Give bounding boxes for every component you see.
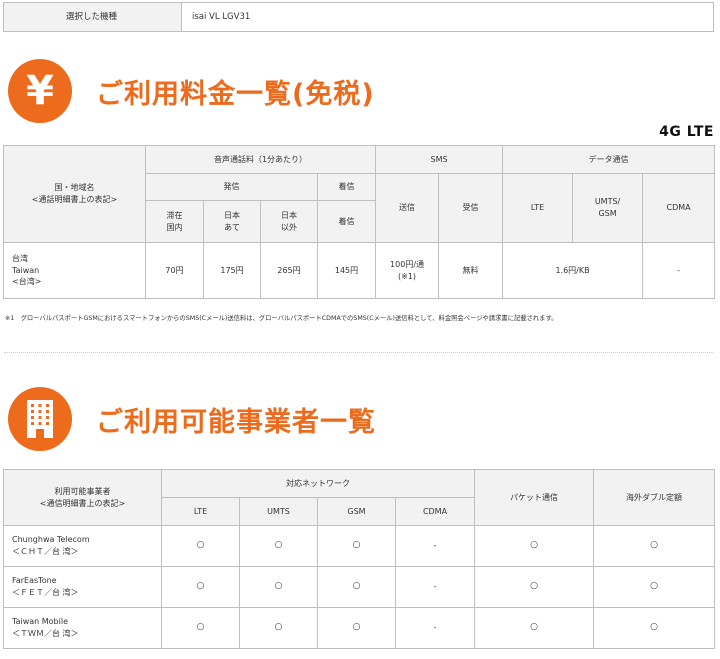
carriers-section-title: ご利用可能事業者一覧: [96, 406, 376, 438]
carrier-table: 利用可能事業者 <通信明細書上の表記> 対応ネットワーク パケット通信 海外ダブ…: [3, 469, 715, 649]
gsm-cell: ○: [317, 566, 396, 608]
col-data-header: データ通信: [502, 145, 716, 174]
lte-cell: ○: [161, 607, 240, 649]
carrier-name-cell: Taiwan Mobile ＜ＴＷＭ／台 湾＞: [3, 607, 162, 649]
building-icon: [8, 387, 72, 451]
col-country-header: 国・地域名 <通話明細書上の表記>: [3, 145, 146, 243]
stay-rate-cell: 70円: [145, 242, 204, 299]
cdma-cell: -: [395, 607, 475, 649]
col-japan-header: 日本 あて: [203, 200, 261, 243]
japan-rate-cell: 175円: [203, 242, 261, 299]
col-incoming-sub-header: 着信: [316, 200, 377, 243]
packet-cell: ○: [474, 525, 594, 567]
col-incoming-header: 着信: [316, 173, 377, 201]
cdma-cell: -: [395, 566, 475, 608]
table-row: 台湾 Taiwan <台湾> 70円 175円 265円 145円 100円/通…: [3, 242, 716, 299]
flat-cell: ○: [593, 607, 715, 649]
packet-cell: ○: [474, 607, 594, 649]
gsm-cell: ○: [317, 525, 396, 567]
incoming-rate-cell: 145円: [316, 242, 377, 299]
flat-cell: ○: [593, 566, 715, 608]
fees-section-title: ご利用料金一覧(免税): [96, 78, 375, 110]
col-packet-header: パケット通信: [474, 469, 594, 526]
packet-cell: ○: [474, 566, 594, 608]
col-carrier-header: 利用可能事業者 <通信明細書上の表記>: [3, 469, 162, 526]
yen-icon: ¥: [8, 59, 72, 123]
col-sms-header: SMS: [375, 145, 504, 174]
sms-send-cell: 100円/通 (※1): [375, 242, 440, 299]
footnote: ※1 グローバルパスポートGSMにおけるスマートフォンからのSMS(Cメール)送…: [5, 315, 558, 322]
col-gsm-header: GSM: [317, 497, 396, 526]
col-stay-header: 滞在 国内: [145, 200, 204, 243]
table-row: Taiwan Mobile ＜ＴＷＭ／台 湾＞ ○ ○ ○ - ○ ○: [3, 607, 715, 649]
umts-cell: ○: [239, 607, 318, 649]
country-cell: 台湾 Taiwan <台湾>: [3, 242, 146, 299]
col-other-header: 日本 以外: [260, 200, 318, 243]
selected-model-label: 選択した機種: [3, 2, 182, 32]
col-cdma-header: CDMA: [642, 173, 716, 243]
col-umts-header: UMTS/ GSM: [572, 173, 644, 243]
col-flat-header: 海外ダブル定額: [593, 469, 715, 526]
network-label: 4G LTE: [659, 124, 714, 140]
umts-cell: ○: [239, 566, 318, 608]
cdma-rate-cell: -: [642, 242, 716, 299]
table-row: FarEasTone ＜ＦＥＴ／台 湾＞ ○ ○ ○ - ○ ○: [3, 566, 715, 608]
lte-cell: ○: [161, 525, 240, 567]
col-lte-header: LTE: [161, 497, 240, 526]
selected-model-value: isai VL LGV31: [181, 2, 714, 32]
table-row: Chunghwa Telecom ＜ＣＨＴ／台 湾＞ ○ ○ ○ - ○ ○: [3, 525, 715, 567]
selected-model-table: 選択した機種 isai VL LGV31: [3, 2, 714, 32]
carrier-name-cell: FarEasTone ＜ＦＥＴ／台 湾＞: [3, 566, 162, 608]
col-umts-header: UMTS: [239, 497, 318, 526]
col-cdma-header: CDMA: [395, 497, 475, 526]
carriers-section-header: ご利用可能事業者一覧: [8, 387, 376, 451]
col-network-header: 対応ネットワーク: [161, 469, 475, 498]
other-rate-cell: 265円: [260, 242, 318, 299]
sms-recv-cell: 無料: [438, 242, 504, 299]
fees-section-header: ¥ ご利用料金一覧(免税): [8, 59, 375, 123]
rate-table: 国・地域名 <通話明細書上の表記> 音声通話料（1分あたり） SMS データ通信…: [3, 145, 716, 299]
umts-cell: ○: [239, 525, 318, 567]
cdma-cell: -: [395, 525, 475, 567]
gsm-cell: ○: [317, 607, 396, 649]
col-outgoing-header: 発信: [145, 173, 318, 201]
col-voice-header: 音声通話料（1分あたり）: [144, 145, 377, 174]
flat-cell: ○: [593, 525, 715, 567]
col-lte-header: LTE: [502, 173, 574, 243]
lte-cell: ○: [161, 566, 240, 608]
data-rate-cell: 1.6円/KB: [502, 242, 644, 299]
section-divider: [4, 352, 714, 353]
col-sms-send-header: 送信: [375, 173, 440, 243]
col-sms-recv-header: 受信: [438, 173, 504, 243]
carrier-name-cell: Chunghwa Telecom ＜ＣＨＴ／台 湾＞: [3, 525, 162, 567]
